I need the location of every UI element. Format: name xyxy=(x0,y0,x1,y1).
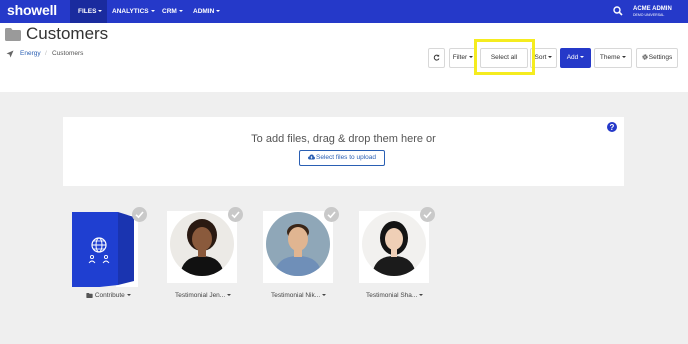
page-title: Customers xyxy=(26,24,109,43)
chevron-down-icon xyxy=(548,56,553,59)
file-label-testimonial-jen[interactable]: Testimonial Jen... xyxy=(175,292,232,299)
select-checkbox[interactable] xyxy=(132,207,147,222)
checkmark-icon xyxy=(231,211,240,219)
file-card-testimonial-nik[interactable] xyxy=(263,211,333,283)
cloud-upload-icon xyxy=(308,154,315,160)
folder-cover-thumbnail xyxy=(72,212,138,290)
showell-logo[interactable]: showell xyxy=(7,2,57,18)
file-label-testimonial-nik[interactable]: Testimonial Nik... xyxy=(271,292,327,299)
chevron-down-icon xyxy=(419,294,424,297)
file-label-testimonial-sha[interactable]: Testimonial Sha... xyxy=(366,292,424,299)
chevron-down-icon xyxy=(126,294,131,297)
help-icon[interactable]: ? xyxy=(607,122,617,132)
nav-admin[interactable]: ADMIN xyxy=(193,0,221,23)
select-files-button[interactable]: Select files to upload xyxy=(299,150,385,166)
folder-icon xyxy=(86,292,93,298)
svg-text:?: ? xyxy=(610,123,615,132)
breadcrumb-energy[interactable]: Energy xyxy=(20,50,41,57)
dropzone-text: To add files, drag & drop them here or xyxy=(251,133,436,145)
chevron-down-icon xyxy=(216,10,221,13)
theme-button[interactable]: Theme xyxy=(594,48,632,68)
file-label-contribute[interactable]: Contribute xyxy=(86,292,131,299)
upload-dropzone[interactable]: To add files, drag & drop them here or S… xyxy=(63,117,624,186)
chevron-down-icon xyxy=(322,294,327,297)
chevron-down-icon xyxy=(98,10,103,13)
chevron-down-icon xyxy=(469,56,474,59)
search-icon[interactable] xyxy=(613,6,623,16)
nav-crm[interactable]: CRM xyxy=(162,0,183,23)
file-card-testimonial-jen[interactable] xyxy=(167,211,237,283)
chevron-down-icon xyxy=(150,10,155,13)
refresh-icon xyxy=(433,54,440,61)
gear-icon xyxy=(642,54,648,60)
checkmark-icon xyxy=(327,211,336,219)
user-org: DEMO UNIVERSAL xyxy=(633,13,665,17)
top-navbar: showell FILES ANALYTICS CRM ADMIN ACME A… xyxy=(0,0,688,23)
chevron-down-icon xyxy=(227,294,232,297)
breadcrumb-separator: / xyxy=(45,50,47,57)
chevron-down-icon xyxy=(580,56,585,59)
avatar-testimonial-sha xyxy=(362,212,426,276)
select-checkbox[interactable] xyxy=(324,207,339,222)
select-all-highlight xyxy=(474,39,535,75)
location-arrow-icon xyxy=(6,50,14,58)
user-name[interactable]: ACME ADMIN xyxy=(633,6,672,12)
avatar-testimonial-nik xyxy=(266,212,330,276)
avatar-testimonial-jen xyxy=(170,212,234,276)
file-card-testimonial-sha[interactable] xyxy=(359,211,429,283)
checkmark-icon xyxy=(135,211,144,219)
filter-button[interactable]: Filter xyxy=(449,48,477,68)
select-checkbox[interactable] xyxy=(228,207,243,222)
settings-button[interactable]: Settings xyxy=(636,48,678,68)
nav-analytics[interactable]: ANALYTICS xyxy=(112,0,155,23)
add-button[interactable]: Add xyxy=(560,48,591,68)
refresh-button[interactable] xyxy=(428,48,445,68)
chevron-down-icon xyxy=(622,56,627,59)
nav-files[interactable]: FILES xyxy=(70,0,107,23)
folder-icon xyxy=(5,28,21,41)
chevron-down-icon xyxy=(178,10,183,13)
select-checkbox[interactable] xyxy=(420,207,435,222)
breadcrumb-customers: Customers xyxy=(52,50,84,57)
checkmark-icon xyxy=(423,211,432,219)
